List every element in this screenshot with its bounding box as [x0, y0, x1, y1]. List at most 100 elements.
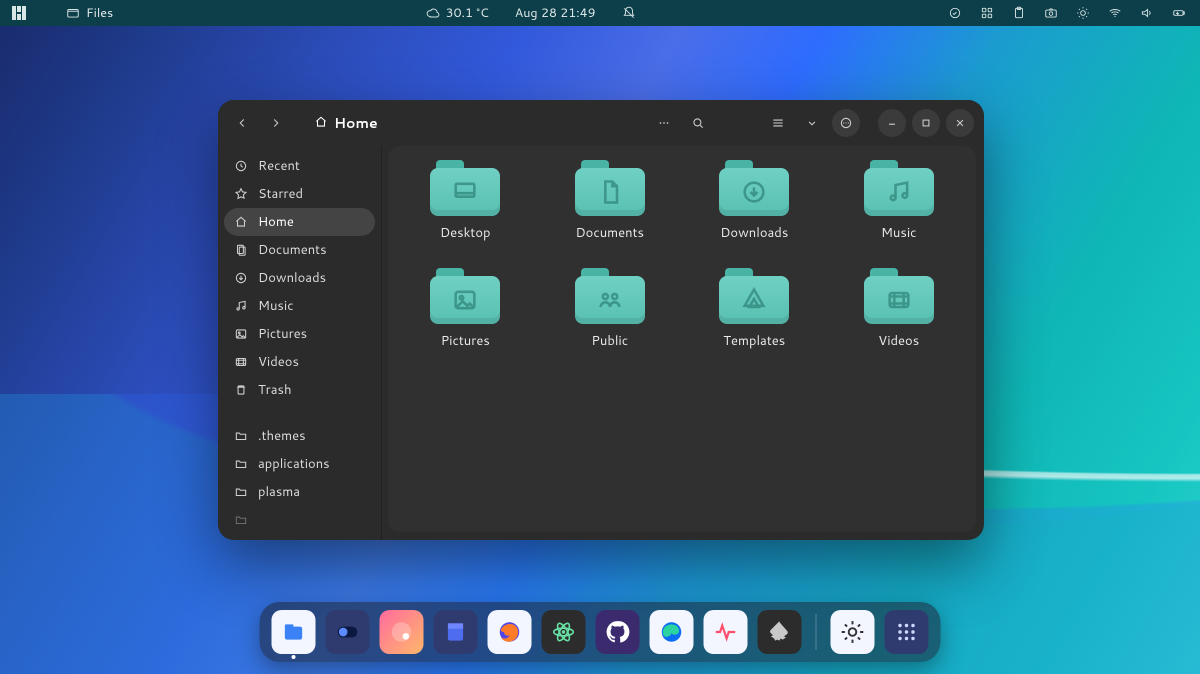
folder-icon [234, 485, 248, 499]
sidebar-bookmark-more[interactable] [224, 506, 375, 534]
folder-item-pictures[interactable]: Pictures [400, 268, 530, 350]
do-not-disturb-icon[interactable] [622, 6, 636, 20]
documents-icon [234, 243, 248, 257]
sidebar-bookmark-plasma[interactable]: plasma [224, 478, 375, 506]
icon-grid: Desktop Documents Downloads Music Pictur… [398, 160, 966, 350]
sidebar-item-label: .themes [258, 427, 306, 445]
top-panel: Files 30.1 °C Aug 28 21:49 [0, 0, 1200, 26]
sidebar-item-label: Starred [258, 185, 303, 203]
folder-icon [864, 160, 934, 216]
breadcrumb-home[interactable]: Home [334, 113, 378, 133]
path-bar[interactable]: Home [308, 108, 388, 139]
folder-label: Pictures [441, 332, 490, 350]
window-maximize-button[interactable] [912, 109, 940, 137]
sidebar-item-label: Music [258, 297, 294, 315]
dock-app-settings[interactable] [831, 610, 875, 654]
places-sidebar: Recent Starred Home Documents Downloads … [218, 146, 382, 540]
dock [260, 602, 941, 662]
screenshot-icon[interactable] [1044, 6, 1058, 20]
folder-label: Templates [723, 332, 785, 350]
dock-app-firefox[interactable] [488, 610, 532, 654]
folder-label: Music [881, 224, 917, 242]
files-window: Home Recent Starred Home [218, 100, 984, 540]
folder-icon [575, 160, 645, 216]
active-app-label: Files [86, 4, 113, 22]
distro-logo-icon[interactable] [12, 6, 26, 20]
sidebar-item-recent[interactable]: Recent [224, 152, 375, 180]
sidebar-item-label: Downloads [258, 269, 326, 287]
dock-app-files[interactable] [272, 610, 316, 654]
sidebar-item-label: Recent [258, 157, 300, 175]
folder-item-music[interactable]: Music [834, 160, 964, 242]
clock[interactable]: Aug 28 21:49 [515, 4, 596, 22]
star-icon [234, 187, 248, 201]
home-icon [234, 215, 248, 229]
sidebar-item-music[interactable]: Music [224, 292, 375, 320]
wifi-icon[interactable] [1108, 6, 1122, 20]
dock-app-github[interactable] [596, 610, 640, 654]
sidebar-item-home[interactable]: Home [224, 208, 375, 236]
sidebar-item-label: Trash [258, 381, 292, 399]
volume-icon[interactable] [1140, 6, 1154, 20]
cloud-icon [426, 6, 440, 20]
dock-app-atom[interactable] [542, 610, 586, 654]
folder-item-templates[interactable]: Templates [689, 268, 819, 350]
sidebar-item-label: applications [258, 455, 330, 473]
nav-forward-button[interactable] [262, 109, 290, 137]
path-menu-button[interactable] [650, 109, 678, 137]
dock-app-tweaks[interactable] [326, 610, 370, 654]
keyboard-shortcut-icon[interactable] [980, 6, 994, 20]
dock-app-edge[interactable] [650, 610, 694, 654]
folder-icon [719, 268, 789, 324]
search-button[interactable] [684, 109, 712, 137]
sidebar-bookmark-applications[interactable]: applications [224, 450, 375, 478]
picture-icon [234, 327, 248, 341]
hamburger-menu-button[interactable] [832, 109, 860, 137]
folder-item-videos[interactable]: Videos [834, 268, 964, 350]
folder-label: Documents [575, 224, 644, 242]
music-icon [234, 299, 248, 313]
folder-icon [430, 160, 500, 216]
folder-label: Videos [878, 332, 919, 350]
sidebar-item-pictures[interactable]: Pictures [224, 320, 375, 348]
video-icon [234, 355, 248, 369]
sidebar-item-label: Documents [258, 241, 327, 259]
sidebar-item-videos[interactable]: Videos [224, 348, 375, 376]
sidebar-item-trash[interactable]: Trash [224, 376, 375, 404]
sidebar-item-downloads[interactable]: Downloads [224, 264, 375, 292]
window-minimize-button[interactable] [878, 109, 906, 137]
view-list-button[interactable] [764, 109, 792, 137]
sidebar-item-label: Videos [258, 353, 299, 371]
folder-icon [234, 457, 248, 471]
clock-icon [234, 159, 248, 173]
sidebar-item-label: Home [258, 213, 294, 231]
sidebar-item-documents[interactable]: Documents [224, 236, 375, 264]
sidebar-item-label: plasma [258, 483, 300, 501]
active-app-indicator[interactable]: Files [66, 4, 113, 22]
view-dropdown-button[interactable] [798, 109, 826, 137]
brightness-icon[interactable] [1076, 6, 1090, 20]
sidebar-bookmark-themes[interactable]: .themes [224, 422, 375, 450]
window-close-button[interactable] [946, 109, 974, 137]
folder-item-documents[interactable]: Documents [545, 160, 675, 242]
folder-item-downloads[interactable]: Downloads [689, 160, 819, 242]
weather-widget[interactable]: 30.1 °C [426, 4, 489, 22]
window-titlebar[interactable]: Home [218, 100, 984, 146]
sidebar-item-label: Pictures [258, 325, 307, 343]
shield-check-icon[interactable] [948, 6, 962, 20]
nav-back-button[interactable] [228, 109, 256, 137]
dock-app-system-monitor[interactable] [704, 610, 748, 654]
folder-view[interactable]: Desktop Documents Downloads Music Pictur… [388, 146, 976, 532]
dock-separator [816, 614, 817, 650]
folder-item-desktop[interactable]: Desktop [400, 160, 530, 242]
folder-item-public[interactable]: Public [545, 268, 675, 350]
home-icon [314, 112, 328, 135]
dock-app-grid[interactable] [885, 610, 929, 654]
clipboard-icon[interactable] [1012, 6, 1026, 20]
dock-app-inkscape[interactable] [758, 610, 802, 654]
dock-app-file-manager[interactable] [434, 610, 478, 654]
dock-app-color[interactable] [380, 610, 424, 654]
battery-icon[interactable] [1172, 6, 1186, 20]
files-icon [66, 6, 80, 20]
sidebar-item-starred[interactable]: Starred [224, 180, 375, 208]
